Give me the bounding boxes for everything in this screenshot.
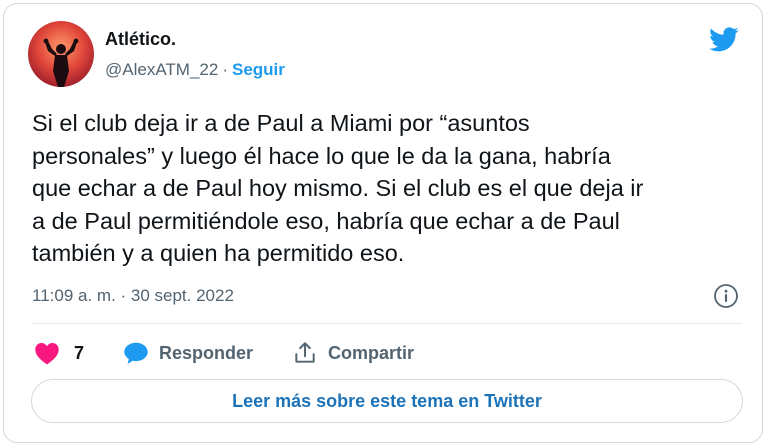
tweet-text-line: Si el club deja ir a de Paul a Miami por… [32, 110, 530, 136]
handle-separator: · [222, 60, 228, 79]
twitter-bird-icon[interactable] [707, 24, 741, 54]
share-label: Compartir [328, 342, 415, 363]
like-button[interactable]: 7 [34, 338, 84, 368]
tweet-timestamp[interactable]: 11:09 a. m. · 30 sept. 2022 [32, 286, 234, 306]
tweet-text-line: también y a quien ha permitido eso. [32, 240, 405, 266]
read-more-button[interactable]: Leer más sobre este tema en Twitter [31, 379, 743, 423]
author-name[interactable]: Atlético. [105, 29, 176, 50]
speech-bubble-icon [124, 342, 148, 365]
tweet-text-line: a de Paul permitiéndole eso, habría que … [32, 207, 620, 234]
like-count: 7 [74, 342, 85, 363]
reply-label: Responder [159, 342, 254, 363]
tweet-card: Atlético. @AlexATM_22 · Seguir Si el club … [3, 3, 763, 443]
avatar[interactable] [28, 21, 94, 87]
tweet-text-line: que echar a de Paul hoy mismo. Si el clu… [32, 175, 644, 201]
share-icon [295, 342, 315, 363]
avatar-silhouette-icon [43, 38, 79, 87]
follow-button[interactable]: Seguir [232, 60, 285, 79]
tweet-text-line: personales” y luego él hace lo que le da… [32, 142, 611, 169]
info-icon[interactable] [713, 283, 739, 309]
author-handle[interactable]: @AlexATM_22 [105, 60, 218, 79]
author-handle-row: @AlexATM_22 · Seguir [105, 60, 285, 80]
tweet-text: Si el club deja ir a de Paul a Miami por… [32, 107, 752, 270]
heart-icon [35, 343, 59, 365]
divider [32, 323, 742, 324]
reply-button[interactable]: Responder [123, 338, 253, 368]
read-more-label: Leer más sobre este tema en Twitter [232, 390, 542, 411]
share-button[interactable]: Compartir [292, 338, 414, 368]
